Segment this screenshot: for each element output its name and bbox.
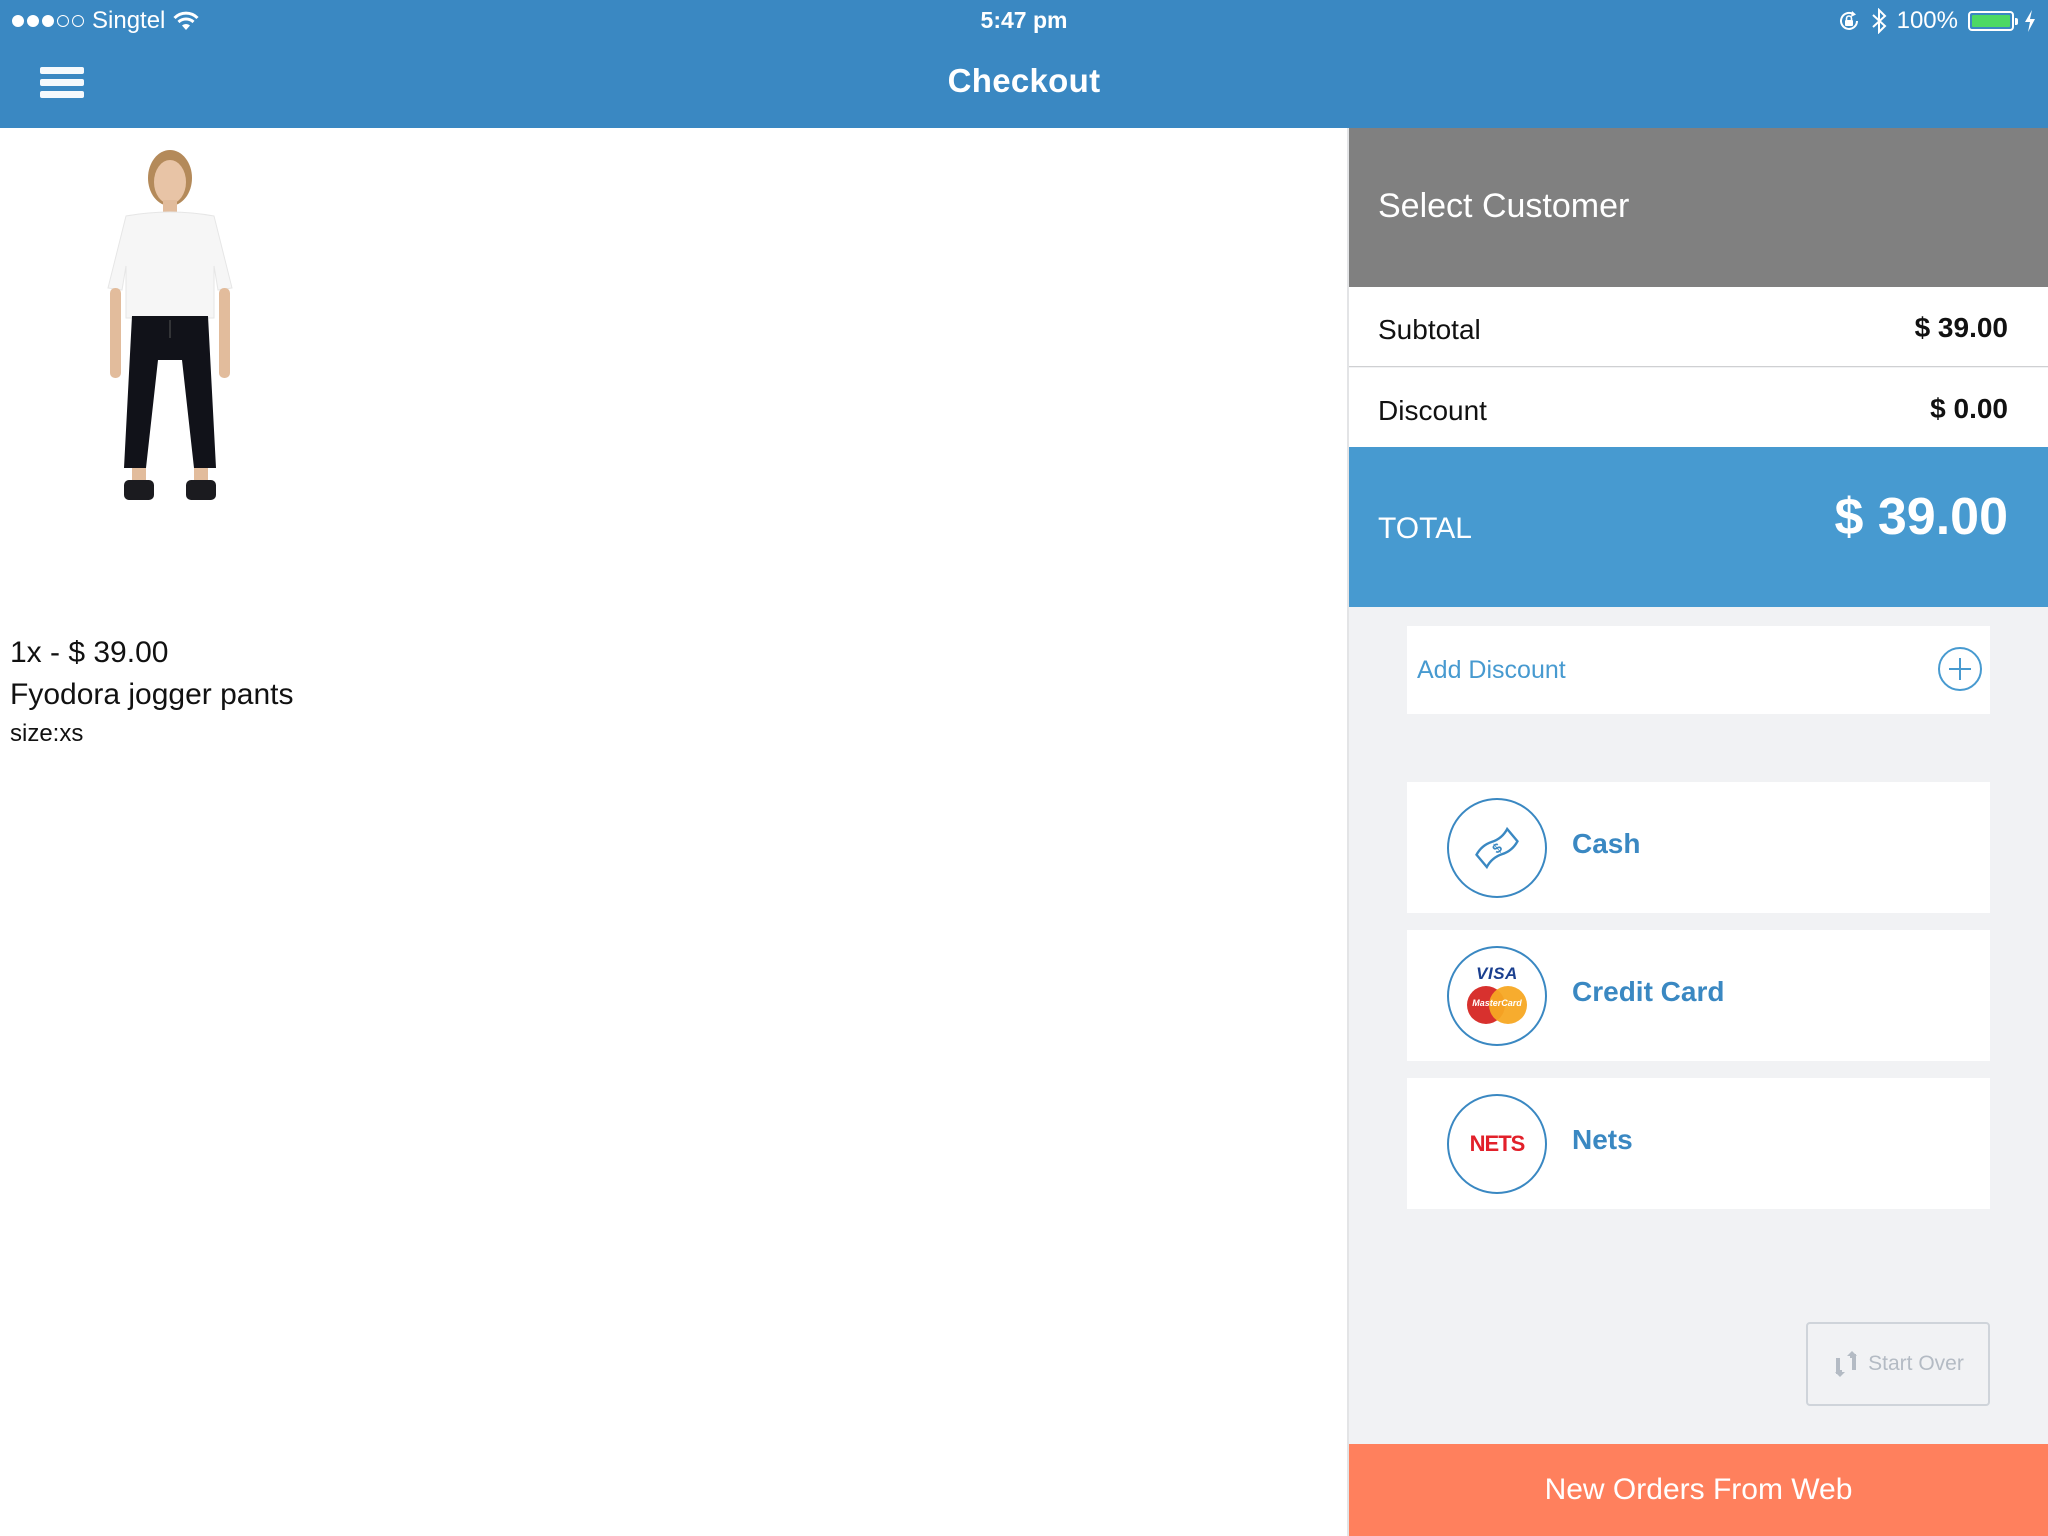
payment-cash-button[interactable]: $ Cash	[1407, 782, 1990, 913]
cash-banknote-icon: $	[1447, 798, 1547, 898]
payment-cash-label: Cash	[1572, 828, 1641, 859]
nets-logo-icon: NETS	[1447, 1094, 1547, 1194]
new-orders-from-web-button[interactable]: New Orders From Web	[1349, 1444, 2048, 1536]
clock: 5:47 pm	[980, 7, 1068, 33]
start-over-button[interactable]: Start Over	[1806, 1322, 1990, 1406]
rotation-lock-icon	[1839, 11, 1858, 30]
total-row: TOTAL $ 39.00	[1349, 447, 2048, 607]
select-customer-button[interactable]: Select Customer	[1349, 128, 2048, 287]
total-value: $ 39.00	[1834, 488, 2009, 546]
bluetooth-icon	[1871, 8, 1887, 34]
discount-row: Discount $ 0.00	[1349, 368, 2048, 448]
add-discount-button[interactable]: Add Discount	[1407, 626, 1990, 714]
cart-item-name: Fyodora jogger pants	[10, 678, 294, 711]
payment-credit-card-label: Credit Card	[1572, 976, 1725, 1007]
subtotal-row: Subtotal $ 39.00	[1349, 287, 2048, 367]
page-title: Checkout	[947, 62, 1101, 99]
status-bar: Singtel 5:47 pm 100%	[0, 0, 2048, 42]
refresh-icon	[1835, 1351, 1858, 1377]
cart-item[interactable]: 1x - $ 39.00 Fyodora jogger pants size:x…	[10, 138, 330, 751]
visa-mastercard-icon: VISA MasterCard	[1447, 946, 1547, 1046]
discount-value: $ 0.00	[1930, 393, 2008, 424]
subtotal-label: Subtotal	[1378, 314, 1481, 345]
navigation-bar: Checkout	[0, 42, 2048, 128]
add-discount-label: Add Discount	[1417, 656, 1566, 684]
cart-item-quantity-price: 1x - $ 39.00	[10, 636, 169, 669]
total-label: TOTAL	[1378, 512, 1472, 545]
subtotal-value: $ 39.00	[1914, 312, 2008, 343]
cart-item-variant: size:xs	[10, 720, 84, 747]
payment-credit-card-button[interactable]: VISA MasterCard Credit Card	[1407, 930, 1990, 1061]
plus-circle-icon	[1938, 647, 1982, 691]
battery-percent: 100%	[1896, 7, 1958, 34]
payment-nets-label: Nets	[1572, 1124, 1633, 1155]
cart-pane: 1x - $ 39.00 Fyodora jogger pants size:x…	[0, 128, 1347, 1536]
discount-label: Discount	[1378, 395, 1487, 426]
charging-bolt-icon	[2025, 10, 2035, 32]
checkout-panel: Select Customer Subtotal $ 39.00 Discoun…	[1349, 128, 2048, 1536]
product-image	[10, 138, 330, 608]
battery-icon	[1968, 11, 2018, 31]
start-over-label: Start Over	[1868, 1352, 1964, 1375]
payment-nets-button[interactable]: NETS Nets	[1407, 1078, 1990, 1209]
